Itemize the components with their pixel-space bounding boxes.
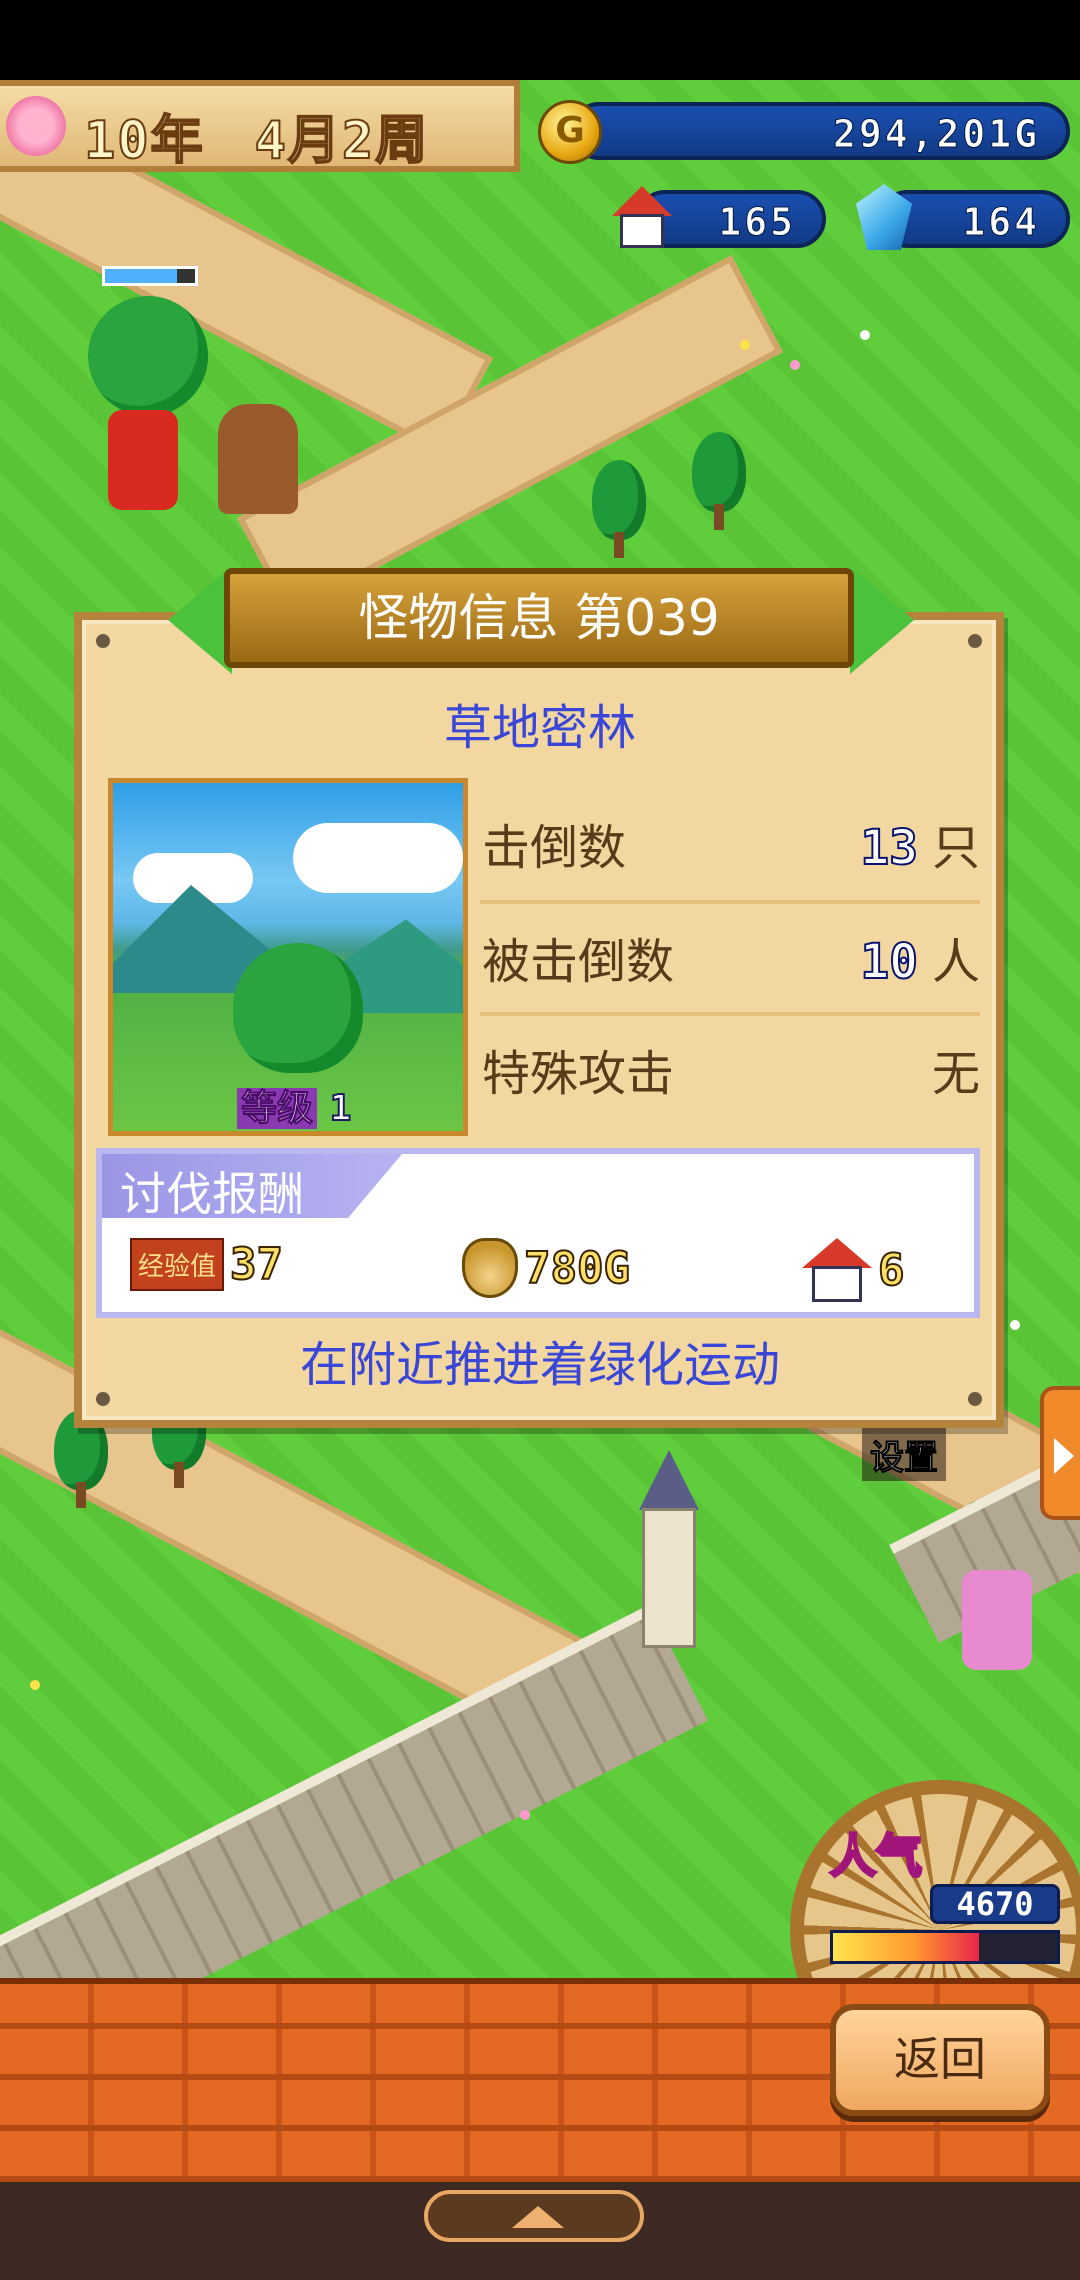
grass-bush-monster-sprite: [233, 943, 363, 1073]
ape-monster[interactable]: [218, 404, 298, 514]
rivet: [96, 634, 110, 648]
setting-sign[interactable]: 设置: [862, 1428, 946, 1481]
gold-reward-value: 780G: [523, 1242, 631, 1295]
stat-row-kills: 击倒数 13 只: [482, 790, 982, 890]
date-display: 10年 4月2周: [0, 80, 520, 172]
popularity-bar-fill: [833, 1933, 979, 1961]
flower: [740, 340, 750, 350]
flower: [520, 1810, 530, 1820]
tree: [692, 432, 746, 532]
house-reward-value: 6: [877, 1244, 905, 1297]
side-panel-tab[interactable]: [1040, 1386, 1080, 1520]
exp-label: 经验值: [130, 1238, 225, 1291]
crystal-count-value: 164: [962, 200, 1040, 245]
coin-icon: G: [538, 100, 602, 164]
back-button[interactable]: 返回: [830, 2004, 1050, 2116]
stat-value: 10 人: [859, 922, 980, 992]
stat-label: 击倒数: [482, 820, 627, 876]
status-bar: [0, 0, 1080, 80]
tree: [592, 460, 646, 560]
adventurer-character[interactable]: [962, 1570, 1032, 1670]
flower: [1010, 1320, 1020, 1330]
popularity-value: 4670: [930, 1884, 1060, 1924]
flower: [860, 330, 870, 340]
castle-wall: [0, 1604, 709, 1980]
chevron-up-icon: [512, 2206, 564, 2228]
monster-portrait: 等级 1: [108, 778, 468, 1136]
rivet: [968, 634, 982, 648]
defeated-count: 10: [859, 933, 919, 991]
defeated-unit: 人: [931, 934, 980, 990]
area-name: 草地密林: [443, 700, 636, 756]
cherry-blossom-icon: [6, 96, 66, 156]
monster-description: 在附近推进着绿化运动: [299, 1337, 780, 1393]
reward-panel: 讨伐报酬 经验值 37 780G 6: [96, 1148, 980, 1318]
gold-value: 294,201G: [832, 112, 1040, 157]
dialog-title: 怪物信息 第039: [358, 589, 720, 647]
gold-counter: 294,201G: [570, 102, 1070, 160]
reward-header: 讨伐报酬: [102, 1154, 402, 1218]
hp-bar: [102, 266, 198, 286]
stat-row-defeated: 被击倒数 10 人: [482, 904, 982, 1004]
year-text: 10年: [83, 110, 205, 172]
level-label: 等级: [237, 1088, 318, 1130]
popularity-label: 人气: [829, 1828, 924, 1885]
special-attack-value: 无: [931, 1046, 980, 1102]
monster-level: 等级 1: [237, 1079, 353, 1131]
reward-header-text: 讨伐报酬: [120, 1167, 304, 1221]
month-week-text: 4月2周: [254, 110, 430, 172]
stat-label: 特殊攻击: [482, 1046, 675, 1102]
stat-value: 13 只: [859, 808, 980, 878]
money-bag-icon: [462, 1238, 518, 1298]
stat-row-special-attack: 特殊攻击 无: [482, 1016, 982, 1116]
cloud: [293, 823, 463, 893]
castle-tower: [636, 1450, 702, 1650]
prev-monster-button[interactable]: [168, 566, 232, 674]
popularity-bar: [830, 1930, 1060, 1964]
hero-character[interactable]: [108, 410, 178, 510]
flower: [790, 360, 800, 370]
dialog-title-banner: 怪物信息 第039: [224, 568, 854, 668]
date-text: 10年 4月2周: [83, 98, 430, 173]
next-monster-button[interactable]: [850, 566, 914, 674]
house-icon: [802, 1238, 872, 1302]
kill-count: 13: [859, 819, 919, 877]
house-count-value: 165: [718, 200, 796, 245]
side-tab-arrow-icon: [1054, 1438, 1074, 1474]
stat-label: 被击倒数: [482, 934, 675, 990]
kill-unit: 只: [931, 820, 980, 876]
exp-value: 37: [229, 1238, 284, 1291]
bush-monster[interactable]: [88, 296, 208, 416]
reward-gold: 780G: [462, 1238, 631, 1298]
popularity-meter: 人气 4670: [790, 1780, 1080, 2080]
reward-exp: 经验值 37: [130, 1238, 284, 1298]
reward-houses: 6: [802, 1238, 905, 1302]
flower: [30, 1680, 40, 1690]
expand-menu-button[interactable]: [424, 2190, 644, 2242]
level-value: 1: [329, 1087, 353, 1130]
house-icon: [612, 186, 672, 250]
